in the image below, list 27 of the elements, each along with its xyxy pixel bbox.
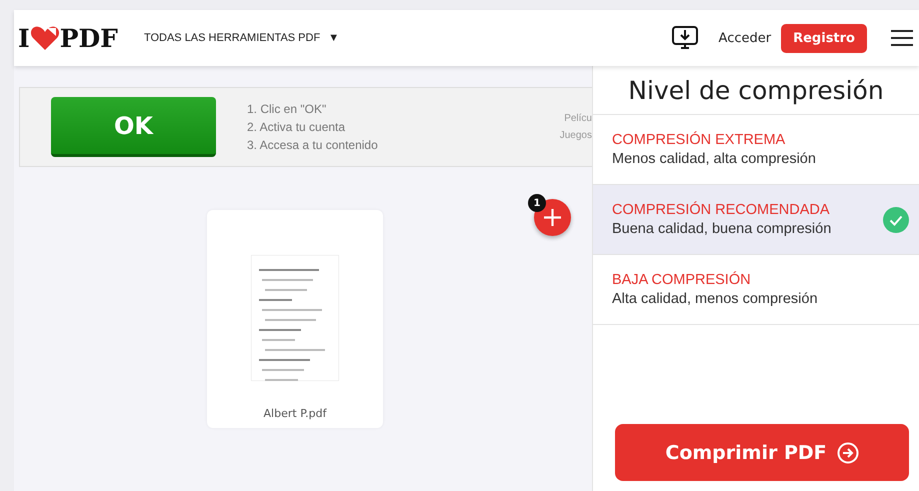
login-link[interactable]: Acceder	[718, 30, 772, 46]
arrow-right-icon	[836, 442, 859, 464]
option-subtitle: Buena calidad, buena compresión	[612, 221, 832, 237]
option-subtitle: Menos calidad, alta compresión	[612, 151, 817, 167]
heart-icon	[30, 25, 60, 51]
option-subtitle: Alta calidad, menos compresión	[612, 291, 819, 307]
add-file-button[interactable]	[534, 199, 571, 236]
tools-menu[interactable]: TODAS LAS HERRAMIENTAS PDF	[144, 32, 320, 44]
file-card[interactable]: Albert P.pdf	[207, 210, 383, 428]
logo-text: I	[18, 24, 30, 52]
option-title: BAJA COMPRESIÓN	[612, 272, 752, 288]
step-text: 2. Activa tu cuenta	[247, 120, 346, 134]
compress-button[interactable]: Comprimir PDF	[615, 424, 909, 481]
check-icon	[883, 206, 909, 232]
compression-option[interactable]: COMPRESIÓN RECOMENDADA Buena calidad, buena compresión	[593, 185, 919, 255]
step-text: 3. Accesa a tu contenido	[247, 138, 378, 152]
desktop-download-icon[interactable]	[670, 25, 699, 51]
option-title: COMPRESIÓN EXTREMA	[612, 132, 786, 148]
option-title: COMPRESIÓN RECOMENDADA	[612, 202, 831, 218]
register-button[interactable]: Registro	[781, 24, 867, 52]
file-name: Albert P.pdf	[264, 407, 326, 420]
count-badge: 1	[528, 194, 546, 212]
ok-button[interactable]: OK	[51, 97, 216, 157]
step-text: 1. Clic en "OK"	[247, 102, 328, 116]
logo-text: PDF	[60, 24, 118, 52]
menu-icon[interactable]	[891, 29, 913, 47]
caret-icon: ▼	[328, 32, 340, 44]
